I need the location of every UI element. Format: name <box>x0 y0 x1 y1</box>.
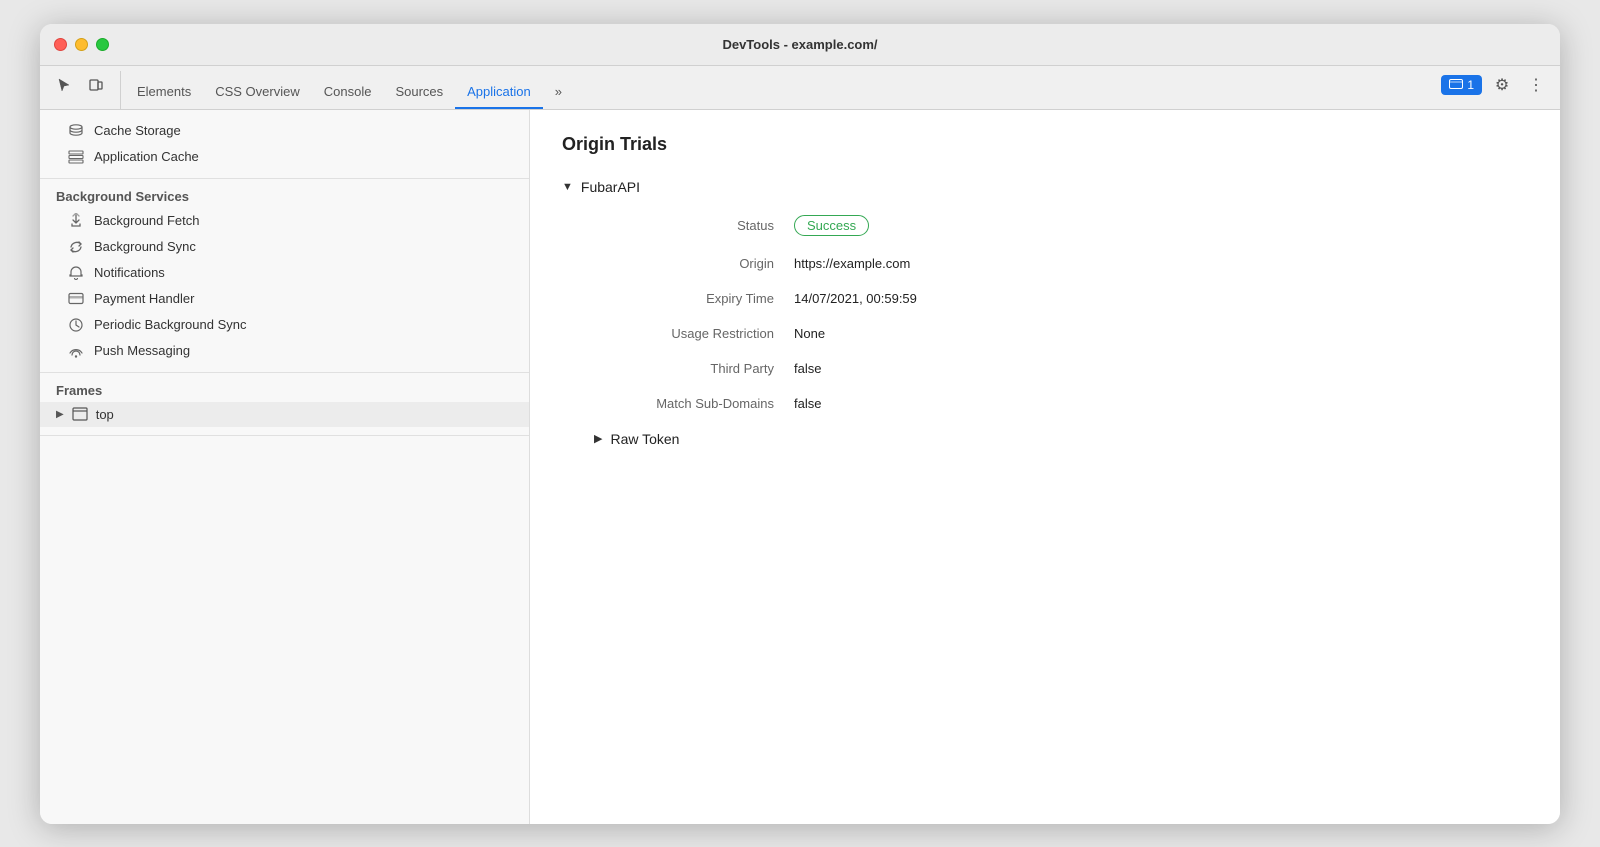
status-row: Status Success <box>594 215 1528 236</box>
third-party-label: Third Party <box>594 361 794 376</box>
push-messaging-label: Push Messaging <box>94 343 190 358</box>
background-services-section: Background Services Background Fetch <box>40 179 529 373</box>
window-title: DevTools - example.com/ <box>722 37 877 52</box>
background-sync-icon <box>68 239 84 255</box>
payment-handler-icon <box>68 291 84 307</box>
devtools-window: DevTools - example.com/ Elements CSS Ove… <box>40 24 1560 824</box>
sidebar-item-periodic-background-sync[interactable]: Periodic Background Sync <box>40 312 529 338</box>
origin-row: Origin https://example.com <box>594 256 1528 271</box>
third-party-value: false <box>794 361 821 376</box>
raw-token-chevron-icon: ▶ <box>594 432 602 445</box>
origin-label: Origin <box>594 256 794 271</box>
sidebar-item-background-fetch[interactable]: Background Fetch <box>40 208 529 234</box>
raw-token-header[interactable]: ▶ Raw Token <box>594 431 1528 447</box>
trial-name: FubarAPI <box>581 179 640 195</box>
tab-css-overview[interactable]: CSS Overview <box>203 66 312 109</box>
usage-row: Usage Restriction None <box>594 326 1528 341</box>
sidebar-item-payment-handler[interactable]: Payment Handler <box>40 286 529 312</box>
device-toggle-icon[interactable] <box>82 71 110 99</box>
traffic-lights <box>54 38 109 51</box>
periodic-background-sync-label: Periodic Background Sync <box>94 317 246 332</box>
origin-value: https://example.com <box>794 256 910 271</box>
toolbar-right: 1 ⚙ ⋮ <box>1441 71 1550 109</box>
trial-header[interactable]: ▼ FubarAPI <box>562 179 1528 195</box>
maximize-button[interactable] <box>96 38 109 51</box>
tab-console[interactable]: Console <box>312 66 384 109</box>
expiry-row: Expiry Time 14/07/2021, 00:59:59 <box>594 291 1528 306</box>
main-content: Cache Storage Application Cache Backgrou <box>40 110 1560 824</box>
notifications-label: Notifications <box>94 265 165 280</box>
match-subdomains-label: Match Sub-Domains <box>594 396 794 411</box>
settings-icon[interactable]: ⚙ <box>1488 71 1516 99</box>
sidebar: Cache Storage Application Cache Backgrou <box>40 110 530 824</box>
tab-sources[interactable]: Sources <box>383 66 455 109</box>
badge-count: 1 <box>1467 78 1474 92</box>
frame-expand-icon: ▶ <box>56 409 64 420</box>
usage-value: None <box>794 326 825 341</box>
trial-chevron-down-icon: ▼ <box>562 181 573 193</box>
payment-handler-label: Payment Handler <box>94 291 194 306</box>
status-badge: Success <box>794 215 869 236</box>
cursor-icon[interactable] <box>50 71 78 99</box>
minimize-button[interactable] <box>75 38 88 51</box>
status-value: Success <box>794 215 869 236</box>
periodic-background-sync-icon <box>68 317 84 333</box>
status-label: Status <box>594 218 794 233</box>
storage-section: Cache Storage Application Cache <box>40 118 529 179</box>
more-options-icon[interactable]: ⋮ <box>1522 71 1550 99</box>
frame-top-label: top <box>96 407 114 422</box>
third-party-row: Third Party false <box>594 361 1528 376</box>
sidebar-item-cache-storage[interactable]: Cache Storage <box>40 118 529 144</box>
tab-application[interactable]: Application <box>455 66 543 109</box>
tab-bar: Elements CSS Overview Console Sources Ap… <box>125 66 1441 109</box>
page-title: Origin Trials <box>562 134 1528 155</box>
content-panel: Origin Trials ▼ FubarAPI Status Success … <box>530 110 1560 824</box>
background-fetch-label: Background Fetch <box>94 213 200 228</box>
match-subdomains-row: Match Sub-Domains false <box>594 396 1528 411</box>
expiry-label: Expiry Time <box>594 291 794 306</box>
sidebar-item-application-cache[interactable]: Application Cache <box>40 144 529 170</box>
background-fetch-icon <box>68 213 84 229</box>
application-cache-icon <box>68 149 84 165</box>
background-sync-label: Background Sync <box>94 239 196 254</box>
cache-storage-label: Cache Storage <box>94 123 181 138</box>
frame-icon <box>72 407 88 421</box>
trial-section: ▼ FubarAPI Status Success Origin https:/… <box>562 179 1528 447</box>
close-button[interactable] <box>54 38 67 51</box>
sidebar-item-push-messaging[interactable]: Push Messaging <box>40 338 529 364</box>
expiry-value: 14/07/2021, 00:59:59 <box>794 291 917 306</box>
match-subdomains-value: false <box>794 396 821 411</box>
cache-storage-icon <box>68 123 84 139</box>
sidebar-item-background-sync[interactable]: Background Sync <box>40 234 529 260</box>
usage-label: Usage Restriction <box>594 326 794 341</box>
push-messaging-icon <box>68 343 84 359</box>
tab-more[interactable]: » <box>543 66 574 109</box>
raw-token-label: Raw Token <box>610 431 679 447</box>
sidebar-item-notifications[interactable]: Notifications <box>40 260 529 286</box>
frames-header: Frames <box>40 373 529 402</box>
titlebar: DevTools - example.com/ <box>40 24 1560 66</box>
background-services-header: Background Services <box>40 179 529 208</box>
sidebar-item-top[interactable]: ▶ top <box>40 402 529 427</box>
frames-section: Frames ▶ top <box>40 373 529 436</box>
tab-elements[interactable]: Elements <box>125 66 203 109</box>
toolbar-icons <box>50 71 121 109</box>
messages-badge[interactable]: 1 <box>1441 75 1482 95</box>
toolbar: Elements CSS Overview Console Sources Ap… <box>40 66 1560 110</box>
application-cache-label: Application Cache <box>94 149 199 164</box>
detail-table: Status Success Origin https://example.co… <box>594 215 1528 411</box>
notifications-icon <box>68 265 84 281</box>
